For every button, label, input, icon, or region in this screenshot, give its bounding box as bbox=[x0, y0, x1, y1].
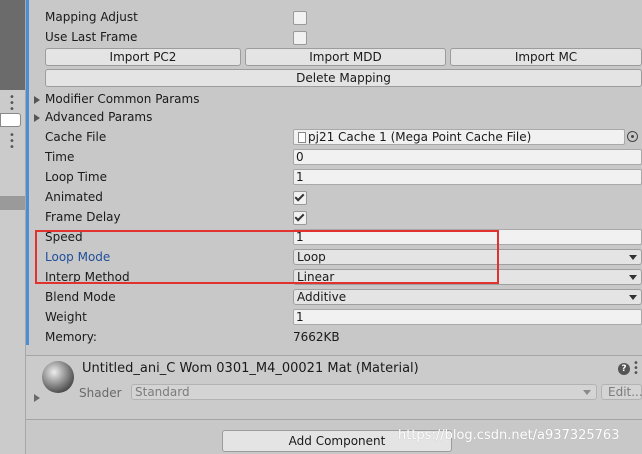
dropdown-arrow-icon bbox=[629, 295, 637, 300]
target-icon[interactable] bbox=[627, 131, 638, 142]
file-icon bbox=[298, 132, 306, 143]
blend-mode-value: Additive bbox=[297, 290, 347, 304]
shader-label: Shader bbox=[79, 386, 122, 400]
cache-file-value: pj21 Cache 1 (Mega Point Cache File) bbox=[308, 130, 532, 144]
frame-delay-checkbox[interactable] bbox=[293, 211, 307, 225]
memory-value: 7662KB bbox=[293, 330, 340, 344]
cache-file-field[interactable]: pj21 Cache 1 (Mega Point Cache File) bbox=[293, 129, 625, 145]
mapping-adjust-checkbox[interactable] bbox=[293, 11, 307, 25]
animated-checkbox[interactable] bbox=[293, 191, 307, 205]
import-mc-button[interactable]: Import MC bbox=[450, 48, 642, 66]
use-last-frame-checkbox[interactable] bbox=[293, 31, 307, 45]
left-panel-dark-area bbox=[0, 0, 25, 90]
loop-time-label: Loop Time bbox=[45, 170, 107, 184]
frame-delay-label: Frame Delay bbox=[45, 210, 121, 224]
shader-edit-button[interactable]: Edit... bbox=[601, 384, 642, 400]
watermark-text: https://blog.csdn.net/a937325763 bbox=[398, 428, 620, 443]
help-icon[interactable]: ? bbox=[618, 363, 630, 375]
cache-file-label: Cache File bbox=[45, 130, 107, 144]
foldout-arrow-icon[interactable] bbox=[34, 96, 40, 104]
mapping-adjust-label: Mapping Adjust bbox=[45, 10, 138, 24]
dropdown-arrow-icon bbox=[583, 390, 591, 395]
left-panel-selection bbox=[0, 196, 25, 210]
animated-label: Animated bbox=[45, 190, 103, 204]
dropdown-arrow-icon bbox=[629, 255, 637, 260]
advanced-params-foldout[interactable]: Advanced Params bbox=[45, 108, 152, 126]
blend-mode-label: Blend Mode bbox=[45, 290, 116, 304]
memory-label: Memory: bbox=[45, 330, 97, 344]
dropdown-arrow-icon bbox=[629, 275, 637, 280]
component-accent-bar bbox=[26, 0, 29, 345]
blend-mode-dropdown[interactable]: Additive bbox=[293, 289, 642, 305]
time-label: Time bbox=[45, 150, 75, 164]
shader-value: Standard bbox=[135, 385, 190, 399]
menu-dots-icon[interactable]: • • • bbox=[8, 131, 16, 153]
material-sphere-icon bbox=[42, 361, 74, 393]
menu-dots-icon[interactable]: • • • bbox=[633, 359, 639, 379]
material-title: Untitled_ani_C Wom 0301_M4_00021 Mat (Ma… bbox=[82, 361, 419, 376]
time-field[interactable]: 0 bbox=[293, 149, 642, 165]
loop-time-field[interactable]: 1 bbox=[293, 169, 642, 185]
shader-dropdown[interactable]: Standard bbox=[131, 384, 597, 400]
import-pc2-button[interactable]: Import PC2 bbox=[45, 48, 241, 66]
use-last-frame-label: Use Last Frame bbox=[45, 30, 138, 44]
foldout-arrow-icon[interactable] bbox=[34, 394, 40, 402]
foldout-arrow-icon[interactable] bbox=[34, 114, 40, 122]
weight-field[interactable]: 1 bbox=[293, 309, 642, 325]
highlight-annotation-box bbox=[35, 230, 499, 284]
delete-mapping-button[interactable]: Delete Mapping bbox=[45, 69, 642, 87]
weight-label: Weight bbox=[45, 310, 87, 324]
left-panel-strip: • • • • • • bbox=[0, 0, 26, 454]
import-mdd-button[interactable]: Import MDD bbox=[245, 48, 446, 66]
modifier-common-params-foldout[interactable]: Modifier Common Params bbox=[45, 90, 199, 108]
left-panel-field[interactable] bbox=[0, 113, 21, 127]
menu-dots-icon[interactable]: • • • bbox=[8, 93, 16, 115]
